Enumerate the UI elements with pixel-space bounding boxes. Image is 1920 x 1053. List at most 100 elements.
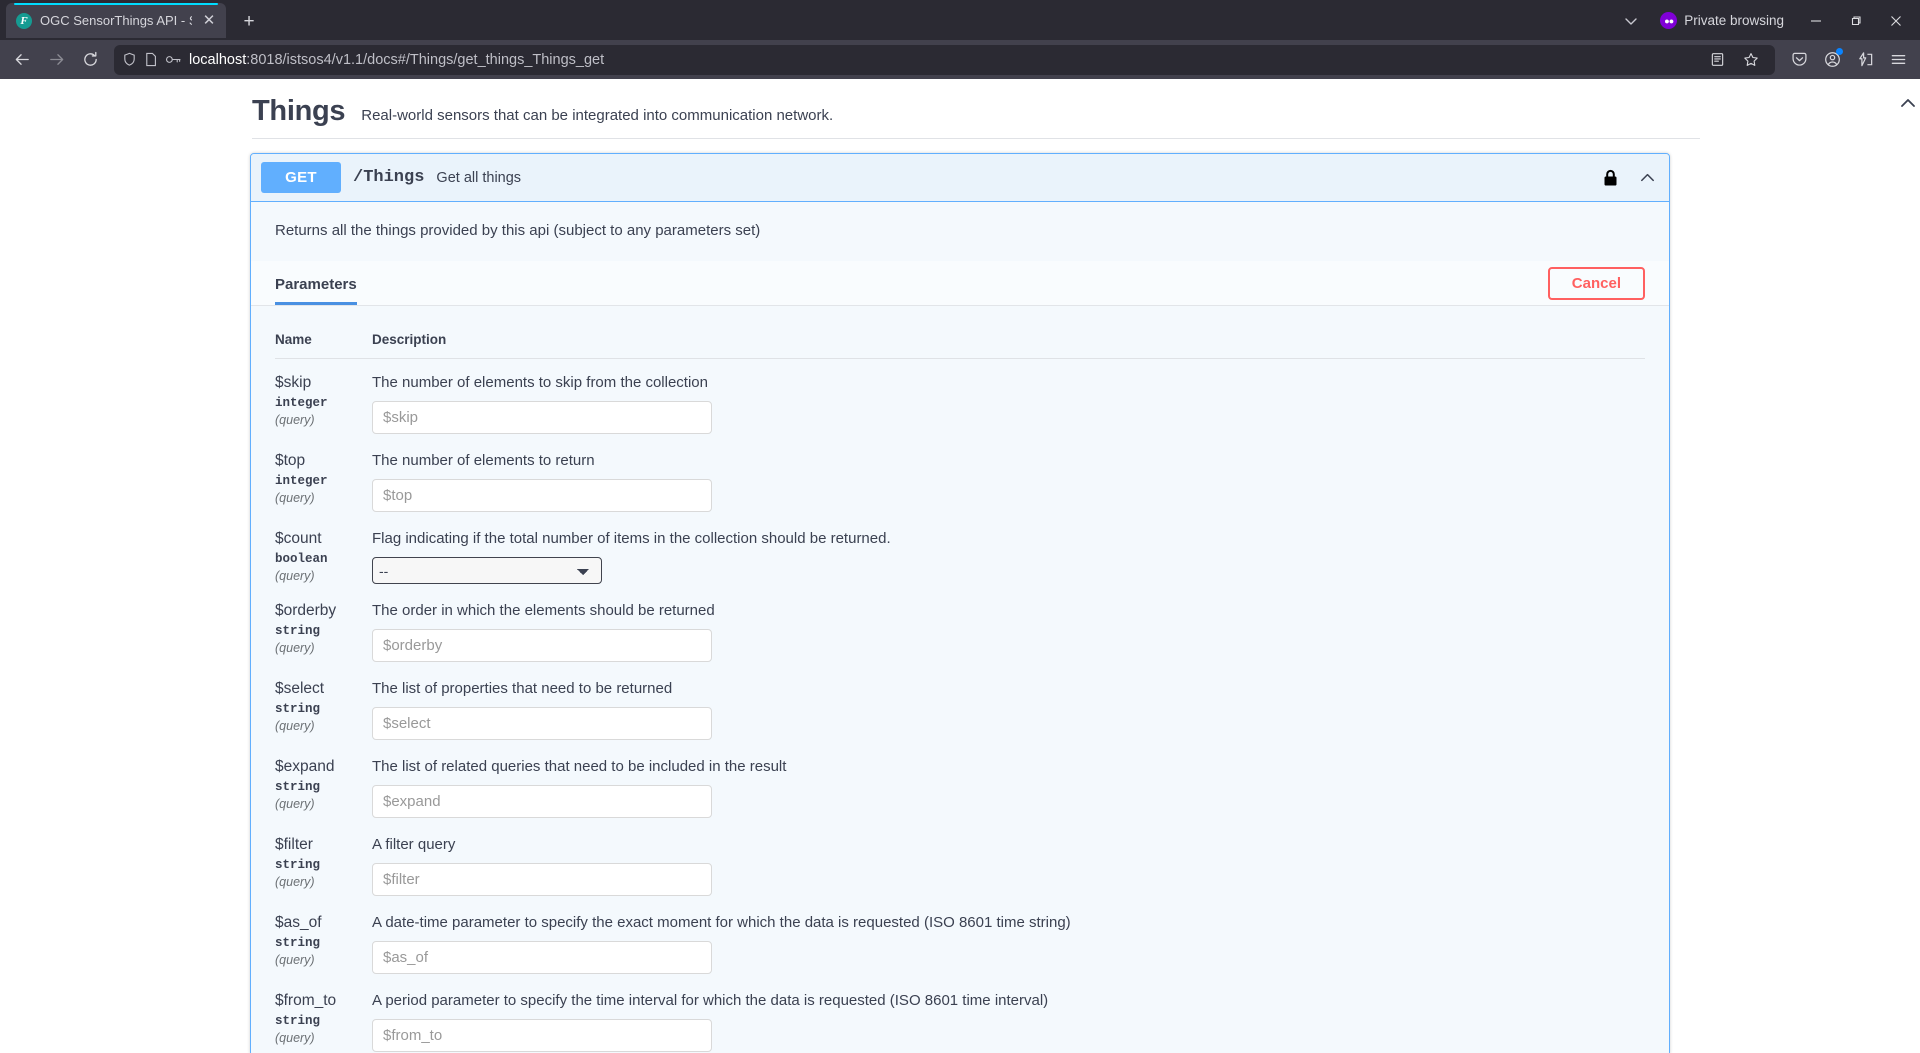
parameter-name-cell: $selectstring(query)	[275, 665, 372, 743]
favicon-icon: F	[16, 13, 32, 29]
tab-parameters[interactable]: Parameters	[275, 261, 357, 305]
parameter-type: integer	[275, 474, 372, 488]
page-viewport: Things Real-world sensors that can be in…	[0, 79, 1920, 1053]
close-icon[interactable]: ✕	[200, 12, 218, 30]
tag-divider	[252, 138, 1700, 139]
parameters-section-header: Parameters Cancel	[251, 261, 1669, 306]
parameters-table-head: Name Description	[275, 324, 1645, 359]
table-row: $selectstring(query)The list of properti…	[275, 665, 1645, 743]
http-method-badge: GET	[261, 162, 341, 193]
url-host: localhost	[189, 52, 246, 68]
parameter-type: boolean	[275, 552, 372, 566]
swagger-ui: Things Real-world sensors that can be in…	[0, 79, 1920, 1053]
table-row: $filterstring(query)A filter query	[275, 821, 1645, 899]
parameter-description: The list of properties that need to be r…	[372, 680, 1645, 698]
parameter-name-cell: $filterstring(query)	[275, 821, 372, 899]
column-header-description: Description	[372, 324, 1645, 359]
parameter-name: $select	[275, 680, 372, 698]
bookmark-star-icon[interactable]	[1735, 44, 1767, 76]
table-row: $skipinteger(query)The number of element…	[275, 359, 1645, 438]
parameter-location: (query)	[275, 875, 372, 889]
tab-title: OGC SensorThings API - S	[40, 13, 192, 28]
parameter-description: The number of elements to return	[372, 452, 1645, 470]
parameters-table-wrapper: Name Description $skipinteger(query)The …	[251, 306, 1669, 1053]
parameter-location: (query)	[275, 413, 372, 427]
parameter-description-cell: A filter query	[372, 821, 1645, 899]
account-notification-badge	[1836, 48, 1843, 55]
operation-path: /Things	[353, 168, 424, 187]
tag-description: Real-world sensors that can be integrate…	[361, 107, 833, 124]
parameter-input-from_to[interactable]	[372, 1019, 712, 1052]
window-maximize-button[interactable]	[1838, 6, 1874, 36]
parameter-name: $top	[275, 452, 372, 470]
operation-summary: Get all things	[436, 170, 1591, 186]
operation-description: Returns all the things provided by this …	[251, 202, 1669, 261]
parameter-description-cell: A period parameter to specify the time i…	[372, 977, 1645, 1053]
parameters-table-body: $skipinteger(query)The number of element…	[275, 359, 1645, 1053]
parameter-name: $from_to	[275, 992, 372, 1010]
window-minimize-button[interactable]	[1798, 6, 1834, 36]
parameter-description: The order in which the elements should b…	[372, 602, 1645, 620]
parameter-name-cell: $orderbystring(query)	[275, 587, 372, 665]
back-button[interactable]	[6, 44, 38, 76]
app-menu-icon[interactable]	[1882, 44, 1914, 76]
chevron-down-icon[interactable]	[1616, 6, 1646, 36]
key-icon[interactable]	[165, 53, 182, 66]
forward-button[interactable]	[40, 44, 72, 76]
parameter-description: A filter query	[372, 836, 1645, 854]
parameter-input-orderby[interactable]	[372, 629, 712, 662]
parameter-description: A date-time parameter to specify the exa…	[372, 914, 1645, 932]
tab-strip: F OGC SensorThings API - S ✕ + ●● Privat…	[0, 0, 1920, 40]
parameter-input-filter[interactable]	[372, 863, 712, 896]
shield-icon[interactable]	[122, 52, 137, 67]
parameter-description-cell: The number of elements to return	[372, 437, 1645, 515]
parameters-table: Name Description $skipinteger(query)The …	[275, 324, 1645, 1053]
url-bar[interactable]: localhost:8018/istsos4/v1.1/docs#/Things…	[114, 45, 1775, 75]
extensions-icon[interactable]	[1849, 44, 1881, 76]
table-row: $expandstring(query)The list of related …	[275, 743, 1645, 821]
account-icon[interactable]	[1816, 44, 1848, 76]
opblock-tabs: Parameters	[275, 261, 357, 305]
parameter-select-count[interactable]: --truefalse	[372, 557, 602, 584]
parameter-location: (query)	[275, 569, 372, 583]
parameter-input-select[interactable]	[372, 707, 712, 740]
parameter-name: $orderby	[275, 602, 372, 620]
private-browsing-label: Private browsing	[1684, 13, 1784, 28]
parameter-name: $count	[275, 530, 372, 548]
parameter-input-top[interactable]	[372, 479, 712, 512]
parameter-name: $expand	[275, 758, 372, 776]
parameter-type: string	[275, 858, 372, 872]
new-tab-button[interactable]: +	[234, 6, 264, 36]
url-text[interactable]: localhost:8018/istsos4/v1.1/docs#/Things…	[189, 52, 1694, 68]
tabstrip-right-controls: ●● Private browsing	[1616, 5, 1914, 40]
parameter-description-cell: The list of related queries that need to…	[372, 743, 1645, 821]
save-to-pocket-icon[interactable]	[1783, 44, 1815, 76]
browser-tab[interactable]: F OGC SensorThings API - S ✕	[6, 3, 226, 38]
parameter-input-skip[interactable]	[372, 401, 712, 434]
parameter-description: The list of related queries that need to…	[372, 758, 1645, 776]
table-header-row: Name Description	[275, 324, 1645, 359]
parameter-input-as_of[interactable]	[372, 941, 712, 974]
parameter-location: (query)	[275, 641, 372, 655]
window-close-button[interactable]	[1878, 6, 1914, 36]
parameter-type: string	[275, 1014, 372, 1028]
lock-icon[interactable]	[1603, 169, 1618, 187]
parameter-name: $as_of	[275, 914, 372, 932]
reader-mode-icon[interactable]	[1701, 44, 1733, 76]
private-browsing-indicator: ●● Private browsing	[1650, 12, 1794, 29]
tag-header: Things Real-world sensors that can be in…	[252, 79, 1890, 138]
parameter-description-cell: The number of elements to skip from the …	[372, 359, 1645, 438]
table-row: $countboolean(query)Flag indicating if t…	[275, 515, 1645, 587]
page-info-icon[interactable]	[144, 52, 158, 67]
parameter-input-expand[interactable]	[372, 785, 712, 818]
opblock-body: Returns all the things provided by this …	[251, 202, 1669, 1053]
opblock-summary[interactable]: GET /Things Get all things	[251, 154, 1669, 202]
reload-button[interactable]	[74, 44, 106, 76]
parameter-type: integer	[275, 396, 372, 410]
parameter-location: (query)	[275, 1031, 372, 1045]
opblock-collapse-chevron-up-icon[interactable]	[1638, 168, 1657, 187]
navigation-toolbar: localhost:8018/istsos4/v1.1/docs#/Things…	[0, 40, 1920, 79]
tag-collapse-chevron-up-icon[interactable]	[1898, 93, 1918, 118]
cancel-button[interactable]: Cancel	[1548, 267, 1645, 300]
parameter-name-cell: $count boolean (query)	[275, 515, 372, 587]
